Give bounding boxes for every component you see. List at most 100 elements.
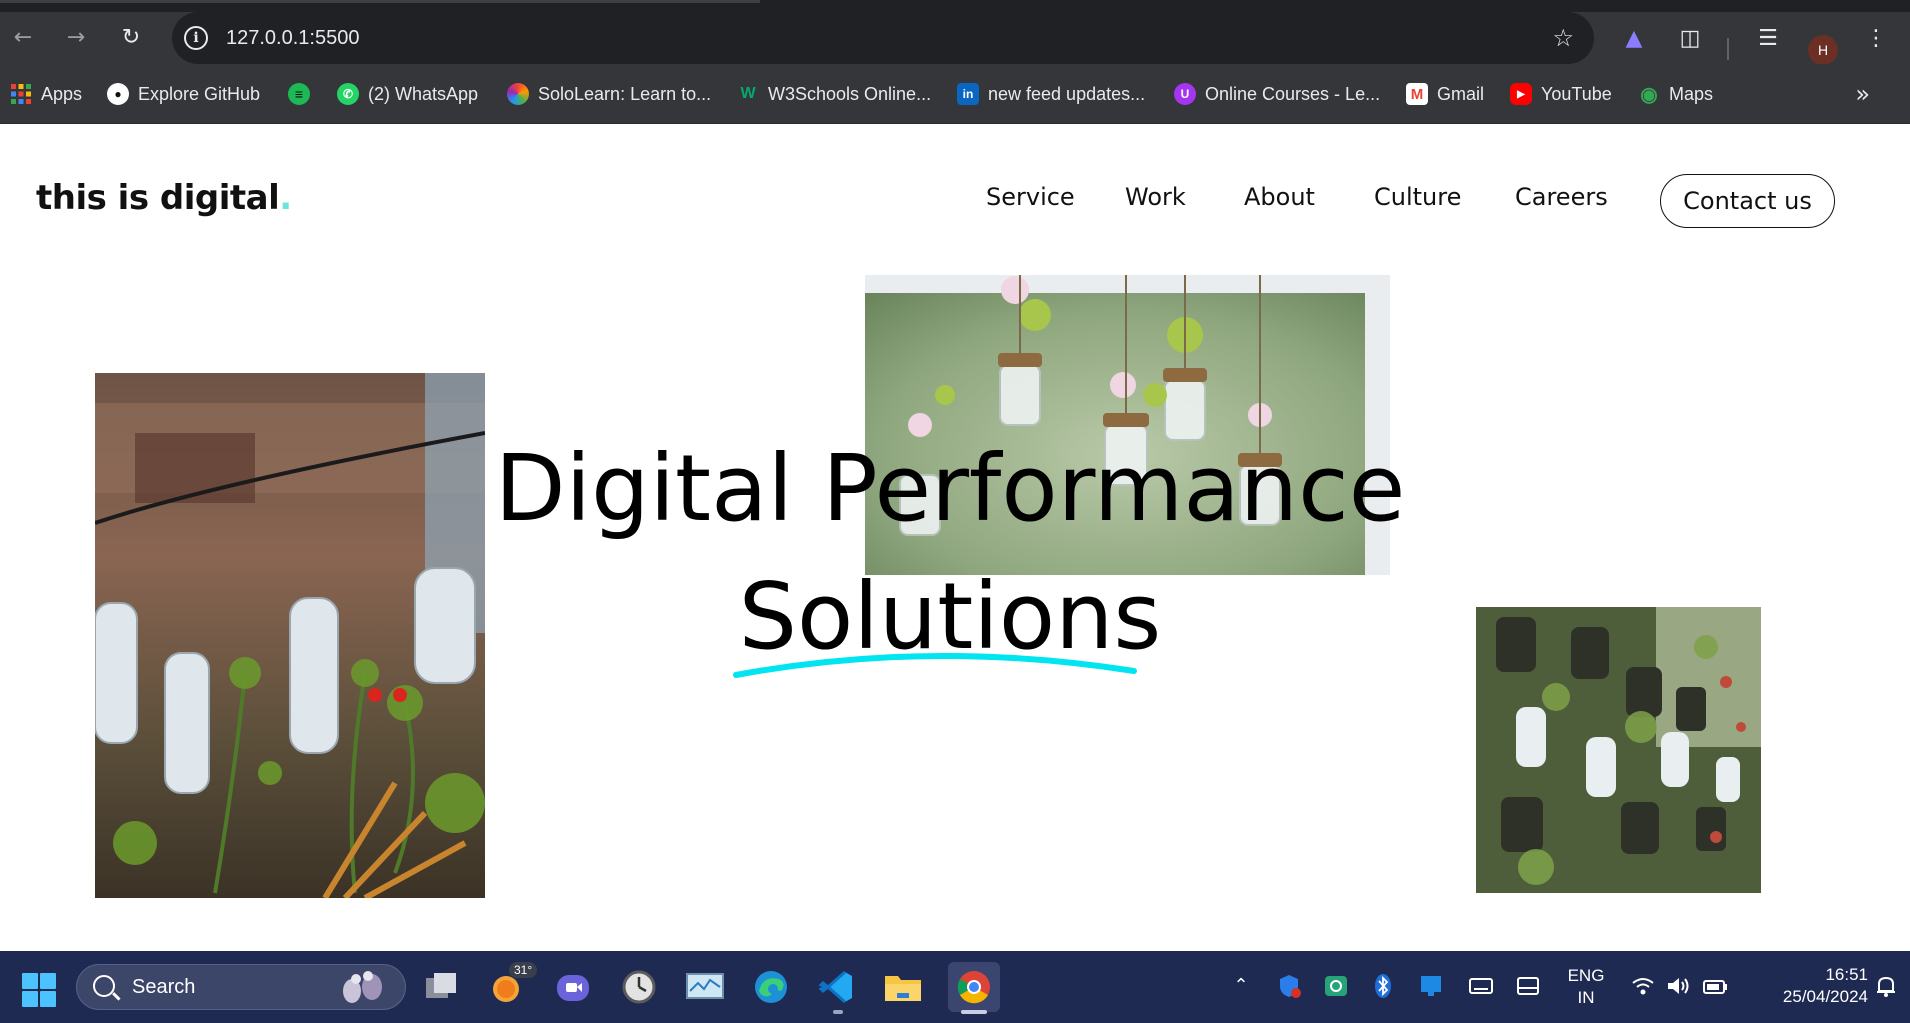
logo-dot: .	[279, 178, 292, 218]
bookmark-label: Apps	[41, 83, 83, 104]
media-control-icon[interactable]: ☰	[1754, 25, 1782, 53]
tab-strip	[0, 0, 1910, 12]
logo-text: this is digital	[36, 178, 280, 218]
search-icon	[93, 975, 115, 997]
bookmark-w3schools[interactable]: W W3Schools Online...	[737, 80, 931, 108]
bookmark-label: Gmail	[1437, 83, 1485, 104]
url-text[interactable]: 127.0.0.1:5500	[226, 25, 359, 51]
bookmark-spotify[interactable]: ≡	[288, 80, 319, 108]
notification-bell-icon[interactable]	[1873, 973, 1899, 999]
language-line-2: IN	[1577, 988, 1595, 1007]
maps-icon: ◉	[1640, 83, 1658, 106]
hero-image-right	[1476, 607, 1761, 893]
bookmark-sololearn[interactable]: SoloLearn: Learn to...	[507, 80, 711, 108]
apps-grid-icon	[10, 83, 32, 105]
w3schools-icon: W	[740, 85, 756, 102]
nav-about[interactable]: About	[1244, 183, 1315, 211]
language-indicator[interactable]: ENG IN	[1562, 965, 1610, 1009]
profile-avatar[interactable]: H	[1808, 35, 1838, 65]
nav-culture[interactable]: Culture	[1374, 183, 1461, 211]
hero-heading: Digital Performance Solutions	[470, 425, 1430, 681]
bookmark-label: Online Courses - Le...	[1205, 83, 1381, 104]
teams-meet-icon[interactable]	[552, 966, 594, 1008]
task-view-icon[interactable]	[421, 966, 463, 1008]
youtube-icon: ▶	[1510, 83, 1532, 105]
gmail-icon: M	[1406, 83, 1428, 105]
address-bar[interactable]: i 127.0.0.1:5500 ☆	[172, 12, 1594, 64]
tab-active-edge[interactable]	[0, 0, 760, 3]
show-hidden-icons-icon[interactable]: ⌃	[1228, 973, 1254, 999]
wifi-icon[interactable]	[1630, 973, 1656, 999]
security-shield-icon[interactable]	[1276, 973, 1302, 999]
linkedin-icon: in	[957, 83, 979, 105]
monitor-app-icon[interactable]	[684, 966, 726, 1008]
site-info-icon[interactable]: i	[184, 26, 208, 50]
hero-line-1: Digital Performance	[494, 435, 1406, 542]
sololearn-icon	[507, 83, 529, 105]
forward-icon[interactable]: →	[63, 25, 89, 51]
bookmark-label: YouTube	[1541, 83, 1612, 104]
vscode-running-indicator	[833, 1010, 843, 1014]
windows-taskbar: Search 31° ⌃ ENG IN 16:51 25/04/2024	[0, 951, 1910, 1023]
bookmarks-bar: Apps ● Explore GitHub ≡ ✆ (2) WhatsApp S…	[0, 64, 1910, 124]
cast-app-icon[interactable]	[1418, 973, 1444, 999]
bookmark-label: Maps	[1669, 83, 1714, 104]
contact-us-button[interactable]: Contact us	[1660, 174, 1835, 228]
browser-toolbar: ← → ↻ i 127.0.0.1:5500 ☆ ▲ ◫ ☰ H ⋮	[0, 12, 1910, 65]
edge-browser-icon[interactable]	[750, 966, 792, 1008]
bookmark-star-icon[interactable]: ☆	[1552, 23, 1574, 53]
hero-image-left	[95, 373, 485, 898]
taskbar-search-label: Search	[132, 976, 196, 998]
github-icon: ●	[107, 83, 129, 105]
udemy-icon: U	[1174, 83, 1196, 105]
keyboard-icon[interactable]	[1468, 973, 1494, 999]
menu-kebab-icon[interactable]: ⋮	[1862, 25, 1890, 53]
bookmark-linkedin[interactable]: in new feed updates...	[957, 80, 1145, 108]
nav-service[interactable]: Service	[986, 183, 1075, 211]
site-logo[interactable]: this is digital.	[36, 178, 292, 218]
chrome-running-indicator	[961, 1010, 987, 1014]
file-explorer-icon[interactable]	[882, 966, 924, 1008]
search-highlight-birds-icon	[343, 971, 382, 1003]
bookmark-label: SoloLearn: Learn to...	[538, 83, 712, 104]
touchpad-icon[interactable]	[1515, 973, 1541, 999]
clock-time: 16:51	[1825, 965, 1868, 984]
taskbar-search[interactable]: Search	[76, 964, 406, 1010]
web-page: this is digital. Service Work About Cult…	[0, 125, 1910, 951]
bookmark-label: Explore GitHub	[138, 83, 261, 104]
clock-date[interactable]: 16:51 25/04/2024	[1740, 964, 1868, 1008]
battery-icon[interactable]	[1702, 973, 1728, 999]
back-icon[interactable]: ←	[10, 25, 36, 51]
bookmark-apps[interactable]: Apps	[10, 80, 82, 108]
chrome-icon[interactable]	[948, 962, 1000, 1012]
vscode-icon[interactable]	[816, 966, 858, 1008]
spotify-icon: ≡	[288, 83, 310, 105]
reload-icon[interactable]: ↻	[118, 25, 144, 51]
weather-widget-icon[interactable]: 31°	[487, 962, 538, 1008]
bookmark-label: W3Schools Online...	[768, 83, 932, 104]
bookmark-github[interactable]: ● Explore GitHub	[107, 80, 260, 108]
volume-icon[interactable]	[1665, 973, 1691, 999]
more-bookmarks-icon[interactable]: »	[1855, 80, 1870, 108]
toolbar-separator	[1727, 38, 1729, 60]
whatsapp-icon: ✆	[337, 83, 359, 105]
language-line-1: ENG	[1567, 966, 1605, 985]
bookmark-youtube[interactable]: ▶ YouTube	[1510, 80, 1612, 108]
bookmark-udemy[interactable]: U Online Courses - Le...	[1174, 80, 1380, 108]
hero-underline-swoosh	[733, 652, 1137, 678]
bookmark-whatsapp[interactable]: ✆ (2) WhatsApp	[337, 80, 478, 108]
clock-app-icon[interactable]	[618, 966, 660, 1008]
nav-work[interactable]: Work	[1125, 183, 1186, 211]
windows-start-icon[interactable]	[22, 973, 56, 1007]
sync-app-icon[interactable]	[1323, 973, 1349, 999]
bookmark-label: new feed updates...	[988, 83, 1146, 104]
weather-badge: 31°	[509, 962, 538, 978]
bookmark-gmail[interactable]: M Gmail	[1406, 80, 1484, 108]
bookmark-label: (2) WhatsApp	[368, 83, 479, 104]
bookmark-maps[interactable]: ◉ Maps	[1638, 80, 1713, 108]
nav-careers[interactable]: Careers	[1515, 183, 1608, 211]
extensions-puzzle-icon[interactable]: ◫	[1676, 25, 1704, 53]
clock-date-text: 25/04/2024	[1782, 987, 1868, 1006]
bluetooth-icon[interactable]	[1370, 973, 1396, 999]
extension-flame-icon[interactable]: ▲	[1620, 25, 1648, 53]
